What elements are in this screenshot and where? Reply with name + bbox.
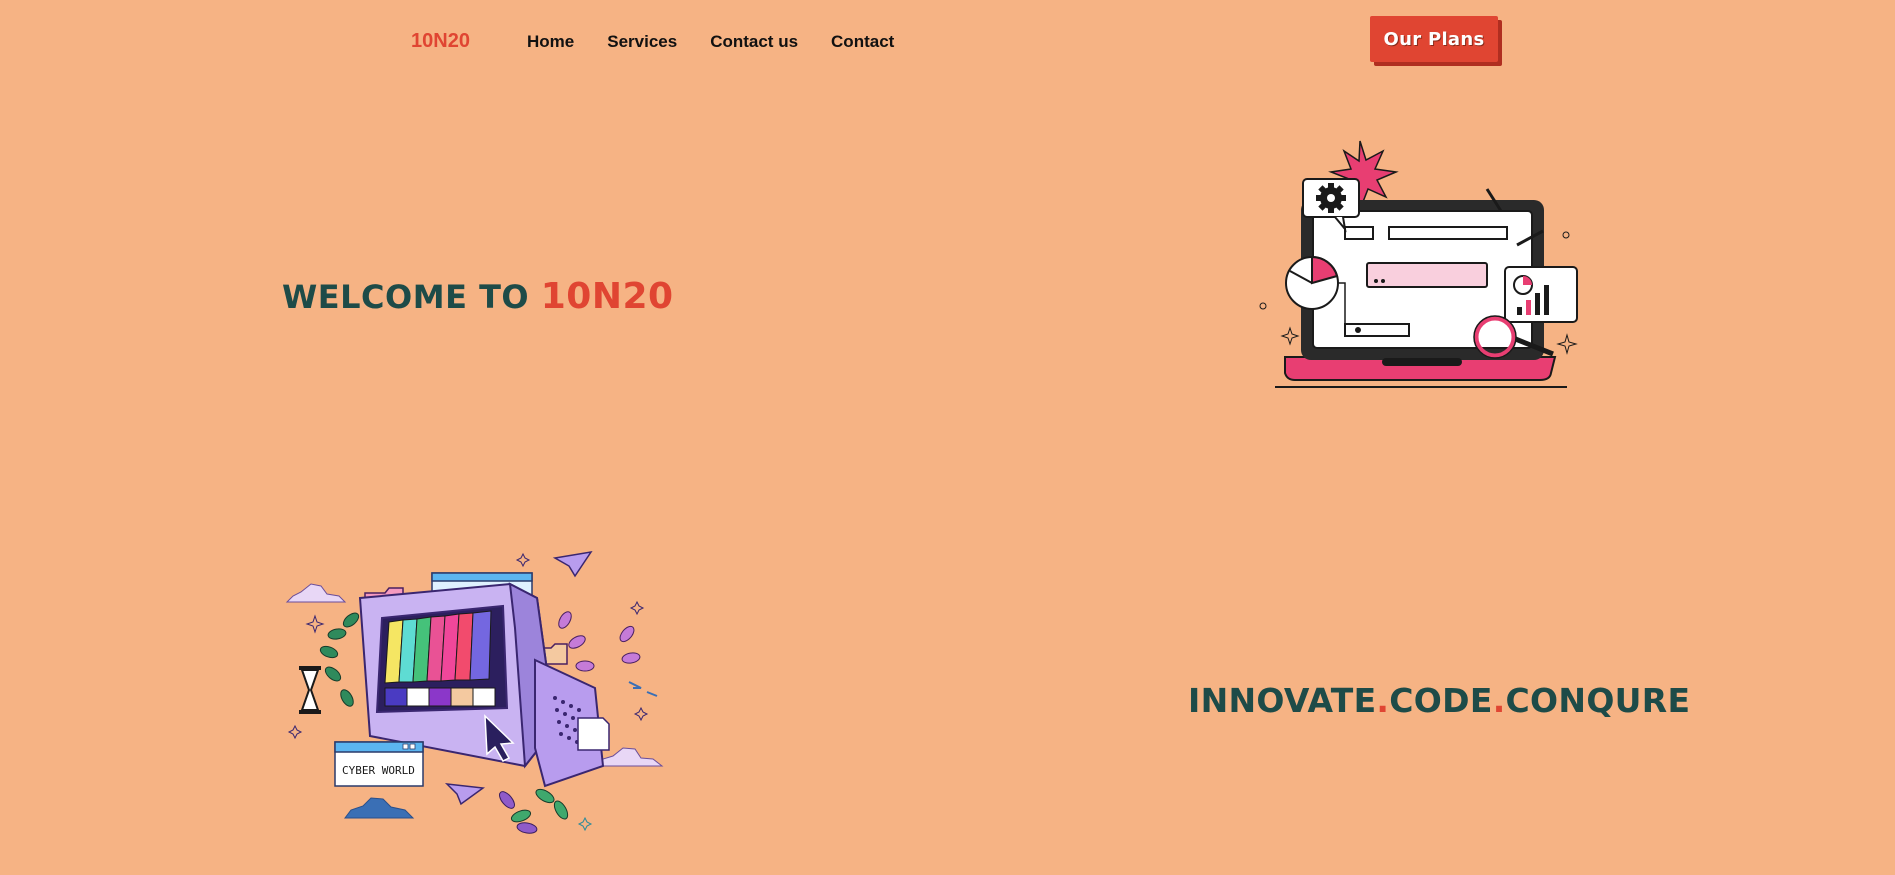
nav-link-services[interactable]: Services: [607, 32, 677, 52]
pie-chart-icon: [1285, 255, 1339, 310]
sparkle-icon: [1280, 326, 1300, 346]
top-nav: 10N20 Home Services Contact us Contact O…: [0, 0, 1895, 84]
nav-link-contact-us[interactable]: Contact us: [710, 32, 798, 52]
tagline-separator: .: [1492, 681, 1506, 721]
nav-link-contact[interactable]: Contact: [831, 32, 894, 52]
paper-plane-icon: [444, 783, 486, 806]
nav-link-home[interactable]: Home: [527, 32, 574, 52]
sparkle-icon: [287, 724, 303, 740]
sparkle-icon: [1556, 333, 1578, 355]
laptop-dashboard-illustration: [1259, 140, 1578, 388]
document-icon: [577, 717, 610, 751]
cloud-icon: [344, 797, 415, 819]
bar-chart-icon: [1504, 266, 1578, 323]
sparkle-icon: [515, 552, 531, 568]
sparkle-icon: [305, 614, 325, 634]
our-plans-button[interactable]: Our Plans: [1370, 16, 1498, 62]
sparkle-icon: [629, 600, 645, 616]
gear-icon: [1316, 183, 1346, 213]
tagline-heading: Innovate.Code.Conqure: [1188, 681, 1690, 720]
tagline-part-2: Code: [1389, 681, 1493, 721]
cloud-icon: [285, 583, 347, 603]
tagline-part-3: Conqure: [1505, 681, 1691, 721]
welcome-heading: Welcome to 10N20: [282, 276, 674, 317]
retro-computer-illustration: CYBER WORLD: [285, 550, 664, 834]
hourglass-icon: [299, 666, 321, 714]
cyber-world-window: CYBER WORLD: [334, 741, 424, 787]
tagline-separator: .: [1376, 681, 1390, 721]
tagline-part-1: Innovate: [1188, 681, 1377, 721]
paper-plane-icon: [552, 550, 593, 578]
cyber-world-label: CYBER WORLD: [342, 764, 415, 777]
welcome-prefix: Welcome to: [282, 278, 530, 317]
nav-links: Home Services Contact us Contact: [527, 32, 927, 52]
sparkle-icon: [577, 816, 593, 832]
welcome-brand: 10N20: [540, 276, 674, 318]
brand-logo-link[interactable]: 10N20: [411, 30, 470, 53]
sparkle-icon: [633, 706, 649, 722]
